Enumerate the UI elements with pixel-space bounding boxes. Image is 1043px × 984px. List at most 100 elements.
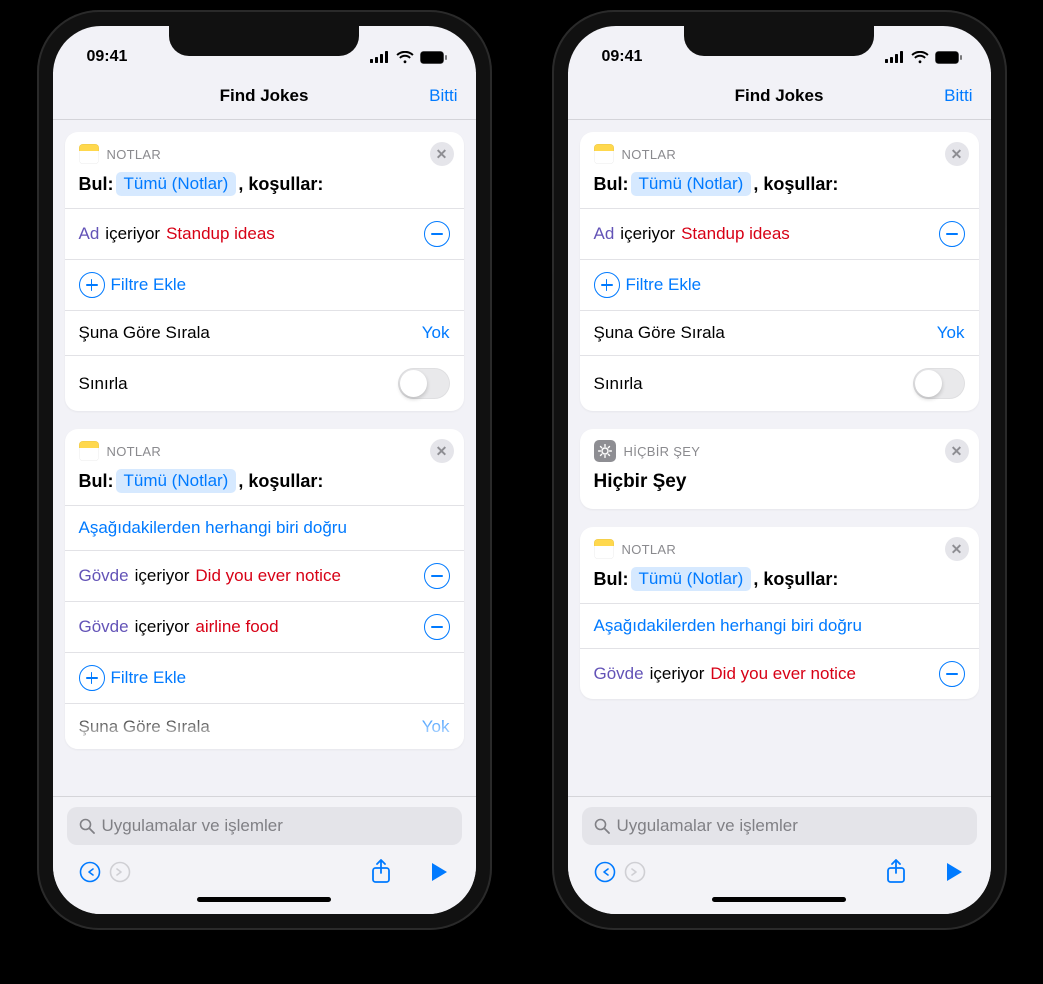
nothing-text: Hiçbir Şey (580, 467, 979, 509)
notes-app-icon (594, 539, 614, 559)
card-header-label: NOTLAR (622, 147, 937, 162)
find-suffix: , koşullar: (238, 174, 323, 195)
gear-icon (594, 440, 616, 462)
folder-token[interactable]: Tümü (Notlar) (116, 172, 237, 196)
battery-icon (420, 51, 448, 64)
filter-op[interactable]: içeriyor (135, 617, 190, 637)
battery-icon (935, 51, 963, 64)
notes-app-icon (79, 144, 99, 164)
filter-value[interactable]: Standup ideas (681, 224, 790, 244)
any-true-selector[interactable]: Aşağıdakilerden herhangi biri doğru (594, 616, 862, 636)
filter-value[interactable]: Did you ever notice (710, 664, 856, 684)
sort-by-value[interactable]: Yok (937, 323, 965, 343)
filter-field[interactable]: Ad (79, 224, 100, 244)
remove-filter-button[interactable] (424, 563, 450, 589)
share-button[interactable] (366, 859, 396, 885)
add-filter-button[interactable] (79, 665, 105, 691)
remove-filter-button[interactable] (424, 221, 450, 247)
filter-value[interactable]: Did you ever notice (195, 566, 341, 586)
limit-label: Sınırla (79, 374, 392, 394)
find-prefix: Bul: (594, 569, 629, 590)
find-suffix: , koşullar: (238, 471, 323, 492)
nav-bar: Find Jokes Bitti (53, 72, 476, 120)
home-indicator[interactable] (712, 897, 846, 902)
any-true-selector[interactable]: Aşağıdakilerden herhangi biri doğru (79, 518, 347, 538)
cellular-icon (885, 51, 905, 63)
search-field[interactable]: Uygulamalar ve işlemler (582, 807, 977, 845)
add-filter-button[interactable] (79, 272, 105, 298)
home-indicator[interactable] (197, 897, 331, 902)
phone-right: 09:41 Find Jokes Bitti NOTLAR ✕ Bul: (552, 10, 1007, 930)
close-icon[interactable]: ✕ (430, 439, 454, 463)
editor-content: NOTLAR ✕ Bul: Tümü (Notlar) , koşullar: … (568, 120, 991, 796)
card-header-label: NOTLAR (622, 542, 937, 557)
action-card-nothing: HİÇBİR ŞEY ✕ Hiçbir Şey (580, 429, 979, 509)
limit-toggle[interactable] (398, 368, 450, 399)
search-placeholder: Uygulamalar ve işlemler (102, 816, 283, 836)
phone-left: 09:41 Find Jokes Bitti NOTLAR ✕ Bul: (37, 10, 492, 930)
add-filter-label[interactable]: Filtre Ekle (111, 668, 187, 688)
notch (684, 26, 874, 56)
add-filter-button[interactable] (594, 272, 620, 298)
card-header-label: NOTLAR (107, 147, 422, 162)
bottom-bar: Uygulamalar ve işlemler (53, 796, 476, 914)
add-filter-label[interactable]: Filtre Ekle (626, 275, 702, 295)
filter-value[interactable]: airline food (195, 617, 278, 637)
find-prefix: Bul: (79, 471, 114, 492)
search-placeholder: Uygulamalar ve işlemler (617, 816, 798, 836)
find-suffix: , koşullar: (753, 174, 838, 195)
remove-filter-button[interactable] (939, 661, 965, 687)
status-time: 09:41 (87, 48, 128, 66)
filter-field[interactable]: Gövde (594, 664, 644, 684)
find-prefix: Bul: (594, 174, 629, 195)
sort-by-value[interactable]: Yok (422, 323, 450, 343)
close-icon[interactable]: ✕ (430, 142, 454, 166)
filter-op[interactable]: içeriyor (620, 224, 675, 244)
close-icon[interactable]: ✕ (945, 537, 969, 561)
filter-value[interactable]: Standup ideas (166, 224, 275, 244)
filter-op[interactable]: içeriyor (650, 664, 705, 684)
filter-field[interactable]: Ad (594, 224, 615, 244)
done-button[interactable]: Bitti (429, 86, 457, 106)
undo-button[interactable] (590, 859, 620, 885)
card-header-label: NOTLAR (107, 444, 422, 459)
play-button[interactable] (424, 859, 454, 885)
nav-bar: Find Jokes Bitti (568, 72, 991, 120)
folder-token[interactable]: Tümü (Notlar) (116, 469, 237, 493)
search-icon (79, 818, 95, 834)
close-icon[interactable]: ✕ (945, 142, 969, 166)
done-button[interactable]: Bitti (944, 86, 972, 106)
find-prefix: Bul: (79, 174, 114, 195)
remove-filter-button[interactable] (424, 614, 450, 640)
notes-app-icon (79, 441, 99, 461)
remove-filter-button[interactable] (939, 221, 965, 247)
search-field[interactable]: Uygulamalar ve işlemler (67, 807, 462, 845)
wifi-icon (396, 51, 414, 64)
card-header-label: HİÇBİR ŞEY (624, 444, 937, 459)
add-filter-label[interactable]: Filtre Ekle (111, 275, 187, 295)
action-card-notes-1: NOTLAR ✕ Bul: Tümü (Notlar) , koşullar: … (65, 132, 464, 411)
share-button[interactable] (881, 859, 911, 885)
find-suffix: , koşullar: (753, 569, 838, 590)
filter-field[interactable]: Gövde (79, 566, 129, 586)
editor-content: NOTLAR ✕ Bul: Tümü (Notlar) , koşullar: … (53, 120, 476, 796)
close-icon[interactable]: ✕ (945, 439, 969, 463)
filter-op[interactable]: içeriyor (105, 224, 160, 244)
sort-by-value[interactable]: Yok (422, 717, 450, 737)
status-time: 09:41 (602, 48, 643, 66)
wifi-icon (911, 51, 929, 64)
undo-button[interactable] (75, 859, 105, 885)
folder-token[interactable]: Tümü (Notlar) (631, 567, 752, 591)
nav-title: Find Jokes (220, 86, 309, 106)
search-icon (594, 818, 610, 834)
notch (169, 26, 359, 56)
filter-op[interactable]: içeriyor (135, 566, 190, 586)
bottom-bar: Uygulamalar ve işlemler (568, 796, 991, 914)
folder-token[interactable]: Tümü (Notlar) (631, 172, 752, 196)
limit-toggle[interactable] (913, 368, 965, 399)
notes-app-icon (594, 144, 614, 164)
sort-by-label: Şuna Göre Sırala (79, 717, 416, 737)
play-button[interactable] (939, 859, 969, 885)
redo-button (105, 859, 135, 885)
filter-field[interactable]: Gövde (79, 617, 129, 637)
